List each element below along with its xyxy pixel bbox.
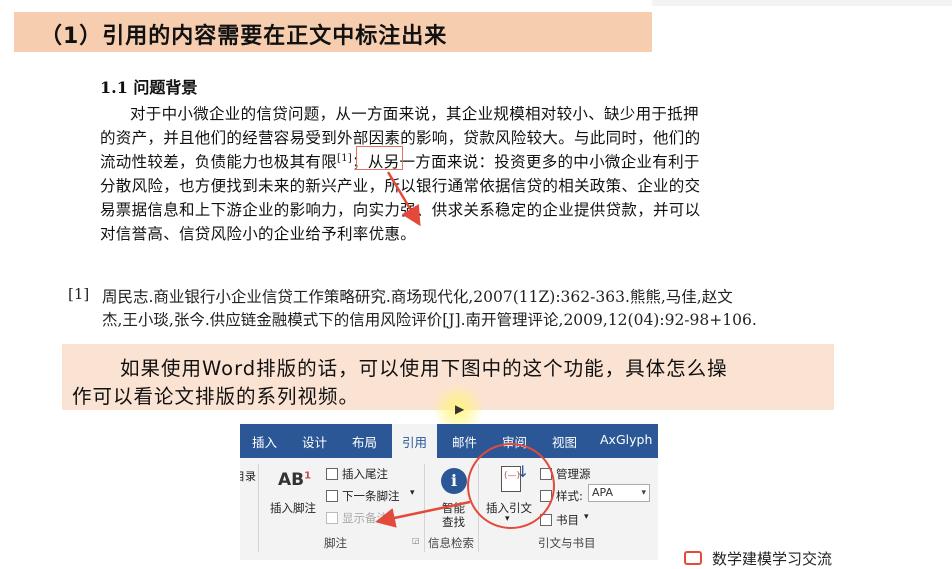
arrow-to-citation bbox=[386, 171, 421, 227]
arrow-to-footnote bbox=[375, 500, 471, 528]
annotation-arrows bbox=[375, 171, 471, 528]
bottom-right-badge-icon bbox=[684, 551, 702, 565]
bottom-right-caption: 数学建模学习交流 bbox=[712, 550, 833, 568]
